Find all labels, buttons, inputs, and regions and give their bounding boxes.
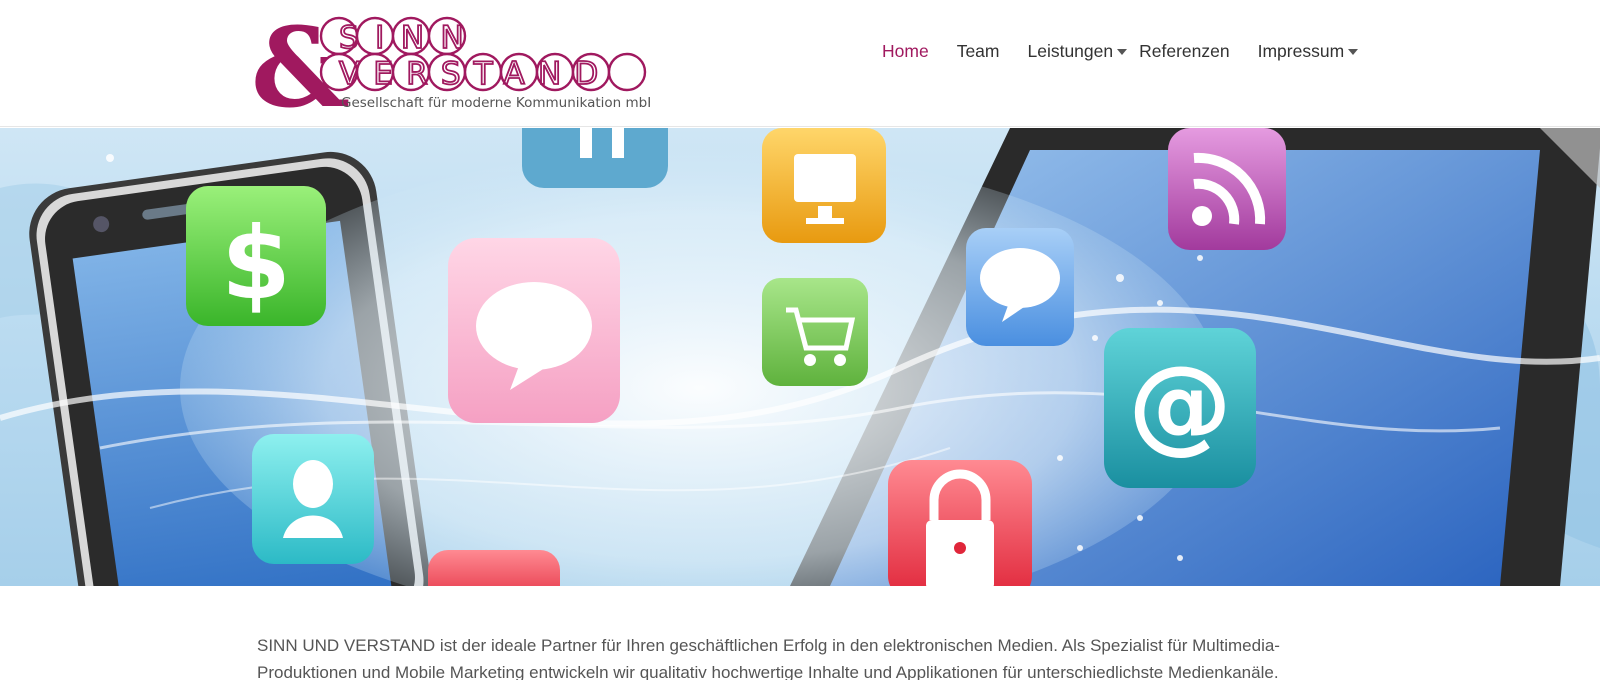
rss-icon [1168, 128, 1286, 250]
hero-illustration: $ @ [0, 128, 1600, 586]
nav-item-label: Home [882, 40, 929, 61]
at-sign-icon: @ [1104, 328, 1256, 488]
speech-bubble-icon [966, 228, 1074, 346]
user-icon [252, 434, 374, 564]
shopping-cart-icon [762, 278, 868, 386]
nav-item-referenzen[interactable]: Referenzen [1139, 41, 1229, 62]
nav-item-label: Team [956, 40, 1000, 61]
nav-item-team[interactable]: Team [957, 41, 1000, 62]
chevron-down-icon[interactable] [1348, 49, 1359, 55]
chat-bubble-icon [448, 238, 620, 423]
hero-banner: $ @ [0, 128, 1600, 586]
svg-text:$: $ [221, 205, 291, 322]
logo-line2: VERSTAND [339, 56, 611, 92]
main-nav: Home Team Leistungen Referenzen Impressu… [882, 38, 1386, 64]
logo-line1: SINN [339, 20, 480, 56]
nav-item-leistungen[interactable]: Leistungen [1027, 40, 1128, 62]
nav-item-impressum[interactable]: Impressum [1258, 41, 1359, 62]
site-header: & SINN VERSTAND Gesellschaft für moderne… [0, 0, 1600, 127]
monitor-icon [762, 128, 886, 243]
chevron-down-icon[interactable] [1117, 49, 1128, 55]
dollar-icon: $ [186, 186, 326, 326]
logo-tagline: Gesellschaft für moderne Kommunikation m… [341, 95, 650, 111]
lock-icon [888, 460, 1032, 586]
nav-item-home[interactable]: Home [882, 41, 929, 62]
nav-item-label: Referenzen [1139, 40, 1230, 61]
svg-text:@: @ [1128, 343, 1232, 465]
nav-item-label: Impressum [1257, 40, 1345, 61]
nav-item-label: Leistungen [1027, 40, 1114, 61]
intro-text: SINN UND VERSTAND ist der ideale Partner… [257, 636, 1280, 680]
site-logo[interactable]: & SINN VERSTAND Gesellschaft für moderne… [255, 14, 650, 114]
